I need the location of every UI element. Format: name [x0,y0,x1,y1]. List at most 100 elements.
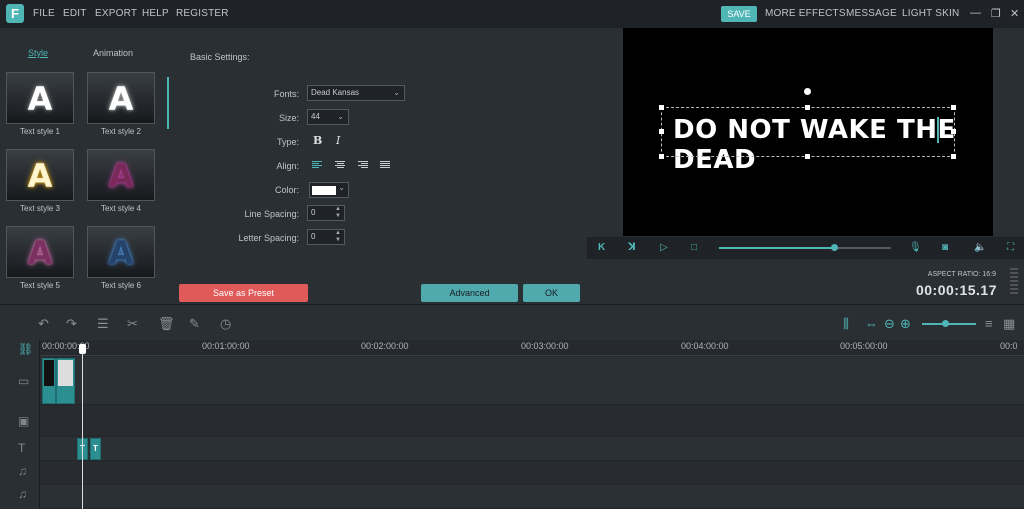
align-left-icon[interactable] [312,161,322,169]
line-spacing-stepper[interactable]: 0 ▲ ▼ [307,205,345,221]
align-right-icon[interactable] [358,161,368,169]
more-effects-link[interactable]: MORE EFFECTS [765,8,846,19]
text-style-tile[interactable]: A [6,149,74,201]
timeline-ruler[interactable]: 00:00:00:00 00:01:00:00 00:02:00:00 00:0… [40,340,1024,356]
resize-handle[interactable] [659,154,664,159]
play-icon[interactable]: ▷ [660,242,668,253]
video-clip[interactable] [56,358,75,404]
line-spacing-value: 0 [311,208,316,217]
text-editor-panel: Style Animation A Text style 1 A Text style… [0,28,587,304]
color-picker[interactable]: ⌄ [309,182,349,198]
spinner-arrows-icon[interactable]: ▲ ▼ [334,230,342,244]
message-link[interactable]: MESSAGE [846,8,897,19]
font-select[interactable]: Dead Kansas ⌄ [307,85,405,101]
text-style-label: Text style 5 [19,281,60,290]
playback-progress-bar[interactable] [719,244,891,251]
resize-handle[interactable] [659,105,664,110]
step-back-icon[interactable]: ꓘ [628,242,636,253]
playhead[interactable] [82,345,83,509]
text-clip[interactable]: T [90,438,101,460]
cut-icon[interactable]: ✂ [127,316,138,332]
menu-register[interactable]: REGISTER [176,8,229,19]
maximize-icon[interactable]: ❐ [991,7,1001,20]
align-center-icon[interactable] [335,161,345,169]
text-style-tile[interactable]: A [87,149,155,201]
text-caret [937,117,939,143]
video-track[interactable] [40,357,1024,405]
bold-button[interactable]: B [313,134,322,147]
save-button[interactable]: SAVE [721,6,757,22]
tab-animation[interactable]: Animation [93,48,133,58]
zoom-slider[interactable] [922,323,976,325]
ruler-label: 00:04:00:00 [681,341,729,351]
text-style-label: Text style 4 [100,204,141,213]
menu-export[interactable]: EXPORT [95,8,137,19]
resize-handle[interactable] [951,154,956,159]
delete-icon[interactable]: 🗑 [158,316,175,332]
progress-knob[interactable] [831,244,839,251]
stop-icon[interactable]: □ [691,242,697,253]
italic-button[interactable]: I [336,134,340,147]
text-style-tile[interactable]: A [87,226,155,278]
text-track-icon: T [18,441,26,455]
text-style-tile[interactable]: A [87,72,155,124]
text-track[interactable] [40,437,1024,461]
resize-handle[interactable] [805,105,810,110]
fullscreen-icon[interactable]: ⛶ [1007,242,1014,253]
playhead-handle[interactable] [79,344,86,354]
advanced-button[interactable]: Advanced [421,284,518,302]
pip-track-icon: ▣ [18,414,30,428]
save-as-preset-button[interactable]: Save as Preset [179,284,308,302]
text-selection-box[interactable] [661,107,955,157]
zoom-out-icon[interactable]: ⊖ [884,316,895,332]
pip-track[interactable] [40,406,1024,436]
audio-mixer-icon[interactable]: ⫼ [843,316,849,332]
link-icon[interactable]: ⛓ [18,342,33,356]
list-view-icon[interactable]: ≡ [985,316,993,331]
style-scrollbar[interactable] [167,77,169,129]
music-track[interactable] [40,485,1024,509]
menu-help[interactable]: HELP [142,8,169,19]
resize-handle[interactable] [951,129,956,134]
resize-handle[interactable] [805,154,810,159]
rotate-handle[interactable] [804,88,811,95]
ruler-label: 00:02:00:00 [361,341,409,351]
resize-handle[interactable] [659,129,664,134]
close-icon[interactable]: ✕ [1010,7,1019,20]
zoom-slider-knob[interactable] [942,320,949,327]
menu-bar: F FILE EDIT EXPORT HELP REGISTER SAVE MO… [0,0,1024,28]
text-style-tile[interactable]: A [6,72,74,124]
menu-file[interactable]: FILE [33,8,55,19]
fit-timeline-icon[interactable]: ⇔ [865,316,878,331]
grid-view-icon[interactable]: ▦ [1003,316,1015,332]
align-justify-icon[interactable] [380,161,390,169]
tab-style[interactable]: Style [28,48,48,58]
resize-handle[interactable] [951,105,956,110]
ok-button[interactable]: OK [523,284,580,302]
redo-icon[interactable]: ↷ [66,316,77,332]
snapshot-icon[interactable]: ◙ [942,242,948,253]
letter-spacing-stepper[interactable]: 0 ▲ ▼ [307,229,345,245]
preview-screen[interactable]: DO NOT WAKE THE DEAD [623,28,993,236]
music-track[interactable] [40,462,1024,484]
spinner-arrows-icon[interactable]: ▲ ▼ [334,206,342,220]
skip-back-icon[interactable]: K [598,242,605,253]
minimize-icon[interactable]: — [970,7,981,19]
adjust-icon[interactable]: ☰ [97,316,109,332]
undo-icon[interactable]: ↶ [38,316,49,332]
edit-icon[interactable]: ✎ [189,316,200,332]
chevron-down-icon: ⌄ [337,112,344,121]
panel-grip[interactable] [1010,268,1018,296]
zoom-in-icon[interactable]: ⊕ [900,316,911,332]
video-clip[interactable] [42,358,56,404]
microphone-icon[interactable]: 🎙 [909,242,922,253]
light-skin-link[interactable]: LIGHT SKIN [902,8,959,19]
aspect-ratio-label: ASPECT RATIO: 16:9 [927,271,996,278]
volume-icon[interactable]: 🔈 [974,242,986,253]
menu-edit[interactable]: EDIT [63,8,87,19]
size-select[interactable]: 44 ⌄ [307,109,349,125]
duration-icon[interactable]: ◷ [220,316,231,332]
ruler-label: 00:01:00:00 [202,341,250,351]
text-style-tile[interactable]: A [6,226,74,278]
timecode: 00:00:15.17 [915,282,997,298]
